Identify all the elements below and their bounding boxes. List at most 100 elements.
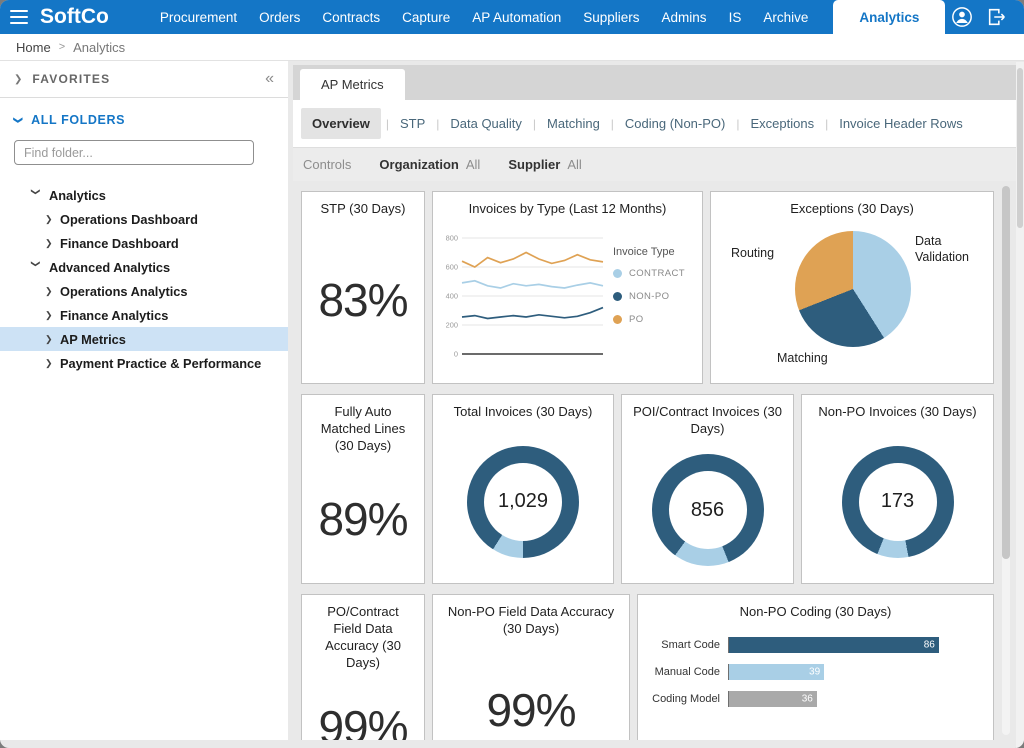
favorites-label[interactable]: FAVORITES [32,72,110,86]
bar[interactable]: 86 [729,637,939,653]
breadcrumb-item-home[interactable]: Home [16,40,51,55]
legend-title: Invoice Type [613,246,700,258]
all-folders-label: ALL FOLDERS [31,113,125,127]
total-invoices-donut[interactable]: 1,029 [467,446,579,558]
folder-operations-analytics[interactable]: ❯Operations Analytics [0,279,288,303]
subtab-bar: Overview|STP|Data Quality|Matching|Codin… [293,100,1016,147]
filter-supplier[interactable]: Supplier All [508,157,581,172]
card-non-po-invoices: Non-PO Invoices (30 Days) 173 [801,394,994,584]
nav-item-capture[interactable]: Capture [391,0,461,34]
chevron-right-icon[interactable]: ❯ [14,74,22,85]
nav-item-is[interactable]: IS [718,0,753,34]
find-folder-input[interactable] [14,140,254,165]
controls-label: Controls [303,157,351,172]
invoices-line-chart[interactable]: 0200400600800 [437,224,609,374]
chevron-down-icon: ❯ [13,116,24,124]
profile-icon[interactable] [951,6,973,28]
donut-chart-body: 856 [622,438,793,583]
nav-item-admins[interactable]: Admins [651,0,718,34]
folder-advanced-analytics[interactable]: ❯Advanced Analytics [0,255,288,279]
chevron-down-icon[interactable]: ❯ [30,188,41,203]
bar-track: 39 [728,664,973,680]
legend-items: CONTRACT NON-PO PO [613,268,700,325]
report-tabstrip: AP Metrics [293,65,1016,100]
filter-value: All [466,157,480,172]
legend-item-contract[interactable]: CONTRACT [613,268,700,279]
nav-icons [951,6,1008,28]
folder-finance-dashboard[interactable]: ❯Finance Dashboard [0,231,288,255]
card-title: Non-PO Invoices (30 Days) [802,395,993,421]
filter-organization[interactable]: OrganizationAll [379,157,480,172]
folder-analytics[interactable]: ❯ Analytics [0,183,288,207]
bar-value: 86 [924,640,935,651]
subtab-coding-non-po[interactable]: Coding (Non-PO) [614,108,736,139]
window-scrollbar[interactable] [1016,62,1024,748]
subtab-stp[interactable]: STP [389,108,436,139]
subtab-overview[interactable]: Overview [301,108,381,139]
app-logo[interactable]: SoftCo [40,5,109,29]
tab-ap-metrics[interactable]: AP Metrics [300,69,405,100]
breadcrumb-item-analytics[interactable]: Analytics [73,40,125,55]
chevron-right-icon[interactable]: ❯ [45,334,60,345]
card-title: POI/Contract Invoices (30 Days) [622,395,793,438]
bar[interactable]: 36 [729,691,817,707]
chevron-right-icon[interactable]: ❯ [45,238,60,249]
nav-item-analytics[interactable]: Analytics [833,0,945,34]
legend-item-non-po[interactable]: NON-PO [613,291,700,302]
bar-category-label: Manual Code [642,666,728,678]
scrollbar-thumb[interactable] [1002,186,1010,559]
filter-name: Supplier [508,157,560,172]
folder-tree: ❯Analytics❯Operations Dashboard❯Finance … [0,177,288,375]
collapse-sidebar-icon[interactable]: « [265,71,274,87]
chevron-right-icon[interactable]: ❯ [45,310,60,321]
nav-item-ap-automation[interactable]: AP Automation [461,0,572,34]
all-folders-toggle[interactable]: ❯ ALL FOLDERS [0,98,288,132]
card-poi-contract-invoices: POI/Contract Invoices (30 Days) 856 [621,394,794,584]
legend-label: NON-PO [629,291,669,302]
subtab-exceptions[interactable]: Exceptions [739,108,825,139]
non-po-invoices-donut[interactable]: 173 [842,446,954,558]
chevron-down-icon[interactable]: ❯ [30,260,41,275]
scrollbar-thumb[interactable] [1017,68,1023,228]
folder-label: Finance Analytics [60,308,168,323]
nav-item-contracts[interactable]: Contracts [311,0,391,34]
svg-text:0: 0 [454,349,458,358]
dashboard-row: PO/Contract Field Data Accuracy (30 Days… [301,594,994,740]
filter-value: All [567,157,581,172]
folder-ap-metrics[interactable]: ❯AP Metrics [0,327,288,351]
chevron-right-icon[interactable]: ❯ [45,358,60,369]
folder-label: Operations Analytics [60,284,188,299]
folder-payment-practice-performance[interactable]: ❯Payment Practice & Performance [0,351,288,375]
subtab-invoice-header-rows[interactable]: Invoice Header Rows [828,108,974,139]
exceptions-pie-chart[interactable] [795,231,911,347]
nav-item-suppliers[interactable]: Suppliers [572,0,650,34]
logout-icon[interactable] [986,6,1008,28]
folder-label: Payment Practice & Performance [60,356,261,371]
subtab-data-quality[interactable]: Data Quality [439,108,533,139]
chevron-right-icon[interactable]: ❯ [45,214,60,225]
non-po-coding-bar-chart[interactable]: Smart Code86Manual Code39Coding Model36 [638,621,993,740]
breadcrumb-separator: > [59,41,65,53]
donut-chart-body: 173 [802,421,993,583]
menu-icon[interactable] [10,10,28,24]
nav-item-orders[interactable]: Orders [248,0,311,34]
folder-operations-dashboard[interactable]: ❯Operations Dashboard [0,207,288,231]
nav-item-procurement[interactable]: Procurement [149,0,248,34]
card-non-po-coding: Non-PO Coding (30 Days) Smart Code86Manu… [637,594,994,740]
card-non-po-field-accuracy: Non-PO Field Data Accuracy (30 Days) 99% [432,594,630,740]
nav-item-archive[interactable]: Archive [752,0,819,34]
card-title: Fully Auto Matched Lines (30 Days) [302,395,424,455]
bar-category-label: Coding Model [642,693,728,705]
subtab-matching[interactable]: Matching [536,108,611,139]
card-title: Invoices by Type (Last 12 Months) [433,192,702,218]
vertical-scrollbar[interactable] [1002,186,1010,735]
card-title: Total Invoices (30 Days) [433,395,613,421]
chevron-right-icon[interactable]: ❯ [45,286,60,297]
folder-finance-analytics[interactable]: ❯Finance Analytics [0,303,288,327]
donut-hole: 173 [859,463,937,541]
bar[interactable]: 39 [729,664,824,680]
poi-contract-invoices-donut[interactable]: 856 [652,454,764,566]
legend-item-po[interactable]: PO [613,314,700,325]
card-title: PO/Contract Field Data Accuracy (30 Days… [302,595,424,672]
folder-label: Analytics [49,188,106,203]
